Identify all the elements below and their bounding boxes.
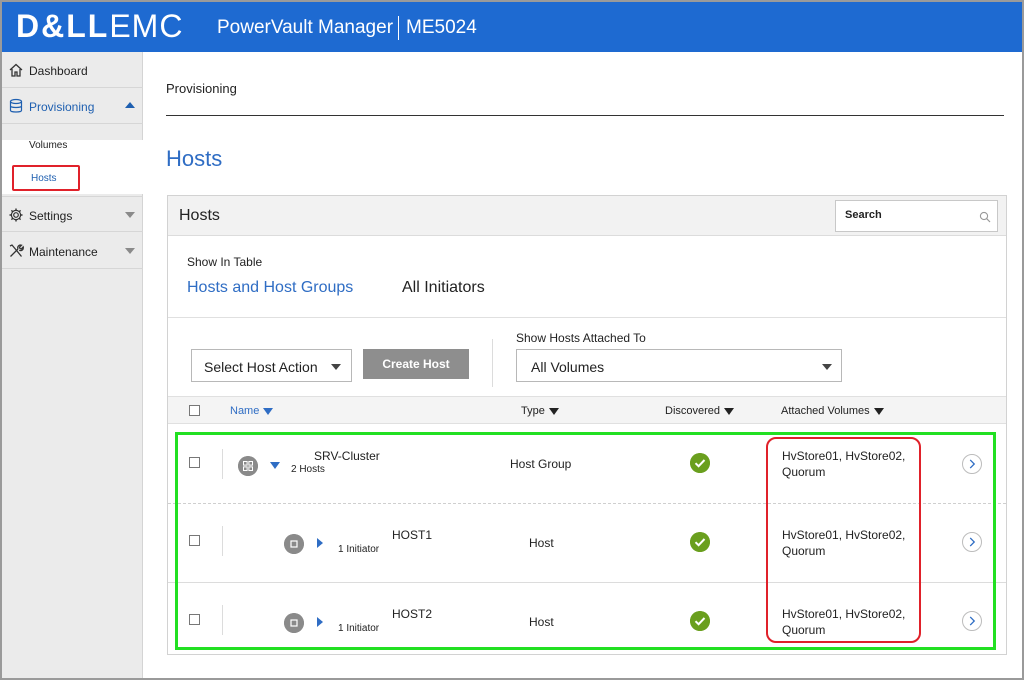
column-name[interactable]: Name bbox=[230, 405, 274, 417]
create-host-button[interactable]: Create Host bbox=[363, 349, 469, 379]
chevron-down-icon bbox=[125, 212, 135, 218]
column-name-label: Name bbox=[230, 405, 260, 417]
search-icon bbox=[979, 211, 991, 223]
top-header: D&LLEMC PowerVault Manager ME5024 bbox=[2, 2, 1022, 52]
breadcrumb-divider bbox=[166, 115, 1004, 116]
column-attached-volumes[interactable]: Attached Volumes bbox=[781, 405, 884, 417]
select-all-checkbox[interactable] bbox=[189, 405, 200, 416]
panel-title: Hosts bbox=[179, 207, 220, 224]
tools-icon bbox=[9, 244, 24, 257]
column-discovered[interactable]: Discovered bbox=[665, 405, 735, 417]
attached-volumes-select[interactable]: All Volumes bbox=[516, 349, 842, 382]
sort-down-icon bbox=[263, 407, 274, 415]
column-discovered-label: Discovered bbox=[665, 405, 721, 417]
title-separator bbox=[398, 16, 399, 40]
column-attached-label: Attached Volumes bbox=[781, 405, 870, 417]
sidebar-item-maintenance[interactable]: Maintenance bbox=[2, 233, 143, 269]
host-action-select[interactable]: Select Host Action bbox=[191, 349, 352, 382]
chevron-down-icon bbox=[822, 364, 832, 370]
show-in-table-label: Show In Table bbox=[187, 255, 263, 269]
search-box bbox=[835, 200, 998, 232]
chevron-up-icon bbox=[125, 102, 135, 108]
dell-emc-logo: D&LLEMC bbox=[16, 8, 183, 45]
table-header: Name Type Discovered Attached Volumes bbox=[168, 396, 1006, 424]
logo-dell-text: D&LL bbox=[16, 8, 110, 44]
logo-emc-text: EMC bbox=[109, 8, 184, 44]
attached-volumes-highlight-box bbox=[766, 437, 921, 643]
sidebar-item-provisioning[interactable]: Provisioning bbox=[2, 88, 143, 124]
tab-hosts-and-host-groups[interactable]: Hosts and Host Groups bbox=[187, 279, 353, 297]
sidebar-item-dashboard[interactable]: Dashboard bbox=[2, 52, 143, 88]
sidebar-item-label: Provisioning bbox=[29, 100, 95, 114]
attached-volumes-select-value: All Volumes bbox=[531, 359, 605, 375]
column-type-label: Type bbox=[521, 405, 545, 417]
database-icon bbox=[9, 98, 23, 113]
tab-all-initiators[interactable]: All Initiators bbox=[402, 279, 485, 297]
home-icon bbox=[9, 63, 23, 77]
sidebar-item-settings[interactable]: Settings bbox=[2, 196, 143, 232]
sidebar-item-label: Maintenance bbox=[29, 245, 98, 259]
model-name: ME5024 bbox=[406, 17, 477, 38]
sidebar: Dashboard Provisioning Volumes Hosts Set… bbox=[2, 52, 143, 678]
gear-icon bbox=[9, 208, 23, 222]
chevron-down-icon bbox=[125, 248, 135, 254]
app-title: PowerVault Manager bbox=[217, 17, 394, 38]
sidebar-subitem-volumes[interactable]: Volumes bbox=[29, 140, 67, 151]
sidebar-item-label: Dashboard bbox=[29, 64, 88, 78]
toolbar-separator bbox=[492, 339, 493, 387]
page-title: Hosts bbox=[166, 146, 223, 171]
sidebar-item-label: Settings bbox=[29, 209, 73, 223]
panel-header: Hosts bbox=[168, 196, 1006, 236]
breadcrumb: Provisioning bbox=[166, 81, 237, 96]
section-divider bbox=[168, 317, 1006, 318]
sort-down-icon bbox=[724, 407, 735, 415]
hosts-highlight-box bbox=[12, 165, 80, 191]
search-input[interactable] bbox=[845, 209, 970, 221]
sort-down-icon bbox=[548, 407, 559, 415]
show-hosts-attached-label: Show Hosts Attached To bbox=[516, 331, 646, 345]
column-type[interactable]: Type bbox=[521, 405, 559, 417]
chevron-down-icon bbox=[331, 364, 341, 370]
host-action-select-value: Select Host Action bbox=[204, 359, 318, 375]
sort-down-icon bbox=[873, 407, 884, 415]
